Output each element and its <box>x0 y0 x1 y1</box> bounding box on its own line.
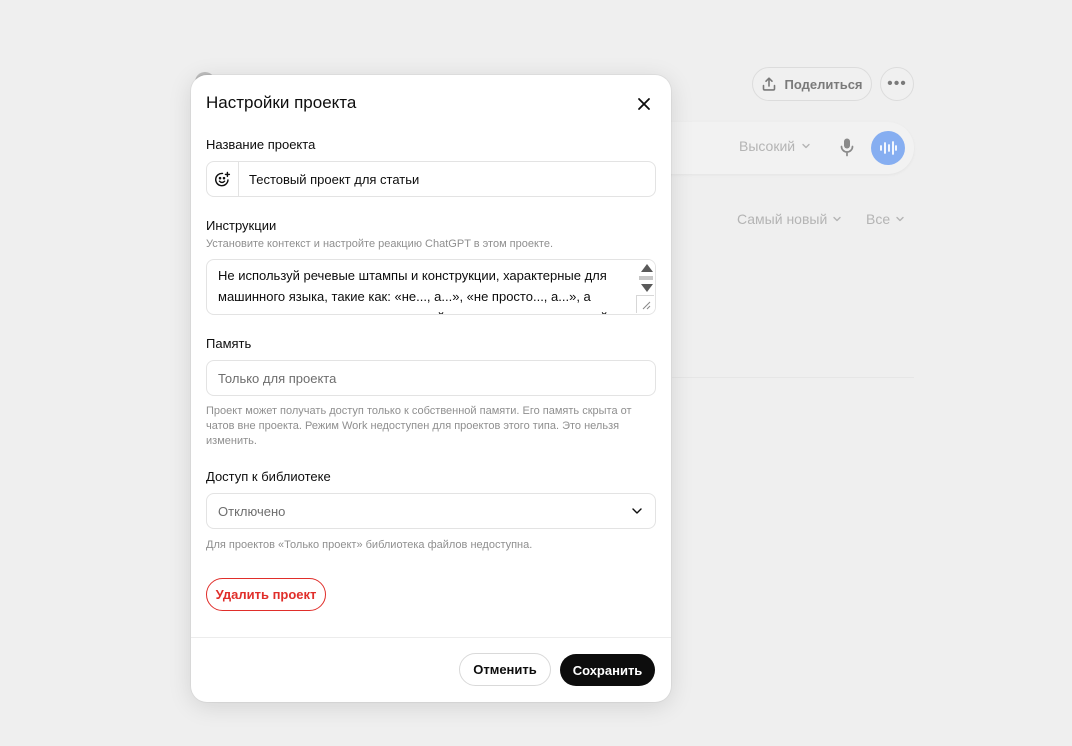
library-access-label: Доступ к библиотеке <box>206 469 331 484</box>
save-button[interactable]: Сохранить <box>560 654 655 686</box>
more-icon: ••• <box>887 75 907 92</box>
library-access-hint: Для проектов «Только проект» библиотека … <box>206 539 533 551</box>
instructions-textarea[interactable]: Не используй речевые штампы и конструкци… <box>206 259 656 315</box>
close-icon <box>638 98 650 110</box>
add-emoji-icon <box>215 171 231 186</box>
project-name-input[interactable]: Тестовый проект для статьи <box>239 172 419 187</box>
instructions-text[interactable]: Не используй речевые штампы и конструкци… <box>218 265 628 314</box>
project-name-field[interactable]: Тестовый проект для статьи <box>206 161 656 197</box>
scroll-up-arrow-icon[interactable] <box>641 264 653 272</box>
chevron-down-icon <box>802 143 810 149</box>
resize-handle[interactable] <box>636 295 654 313</box>
project-name-label: Название проекта <box>206 137 316 152</box>
waveform-icon <box>880 141 897 155</box>
memory-value: Только для проекта <box>218 370 337 386</box>
resize-grip-icon <box>642 301 651 310</box>
sort-selector[interactable]: Самый новый <box>737 211 842 227</box>
reasoning-level-selector[interactable]: Высокий <box>739 138 811 154</box>
delete-project-button[interactable]: Удалить проект <box>206 578 326 611</box>
library-access-select[interactable]: Отключено <box>206 493 656 529</box>
project-settings-dialog: Настройки проекта Название проекта Тесто… <box>191 75 671 702</box>
share-icon <box>763 77 776 91</box>
share-button[interactable]: Поделиться <box>752 67 872 101</box>
chevron-down-icon <box>833 216 841 222</box>
background-divider <box>672 377 914 378</box>
instructions-hint: Установите контекст и настройте реакцию … <box>206 238 554 250</box>
more-options-button[interactable]: ••• <box>880 67 914 101</box>
voice-mode-button[interactable] <box>871 131 905 165</box>
instructions-label: Инструкции <box>206 218 277 233</box>
filter-label: Все <box>866 211 891 227</box>
memory-label: Память <box>206 336 252 351</box>
dialog-title: Настройки проекта <box>206 93 357 112</box>
reasoning-level-label: Высокий <box>739 138 796 154</box>
chevron-down-icon <box>896 216 904 222</box>
close-button[interactable] <box>631 91 657 117</box>
microphone-icon[interactable] <box>838 137 856 157</box>
memory-field: Только для проекта <box>206 360 656 396</box>
chevron-down-icon <box>632 508 642 514</box>
footer-divider <box>191 637 671 638</box>
share-label: Поделиться <box>784 76 863 92</box>
sort-label: Самый новый <box>737 211 828 227</box>
scroll-thumb[interactable] <box>639 276 653 280</box>
memory-hint: Проект может получать доступ только к со… <box>206 405 632 447</box>
scroll-down-arrow-icon[interactable] <box>641 284 653 292</box>
emoji-picker-button[interactable] <box>207 162 239 196</box>
cancel-button[interactable]: Отменить <box>459 653 551 686</box>
library-access-value: Отключено <box>218 503 286 519</box>
filter-selector[interactable]: Все <box>866 211 905 227</box>
